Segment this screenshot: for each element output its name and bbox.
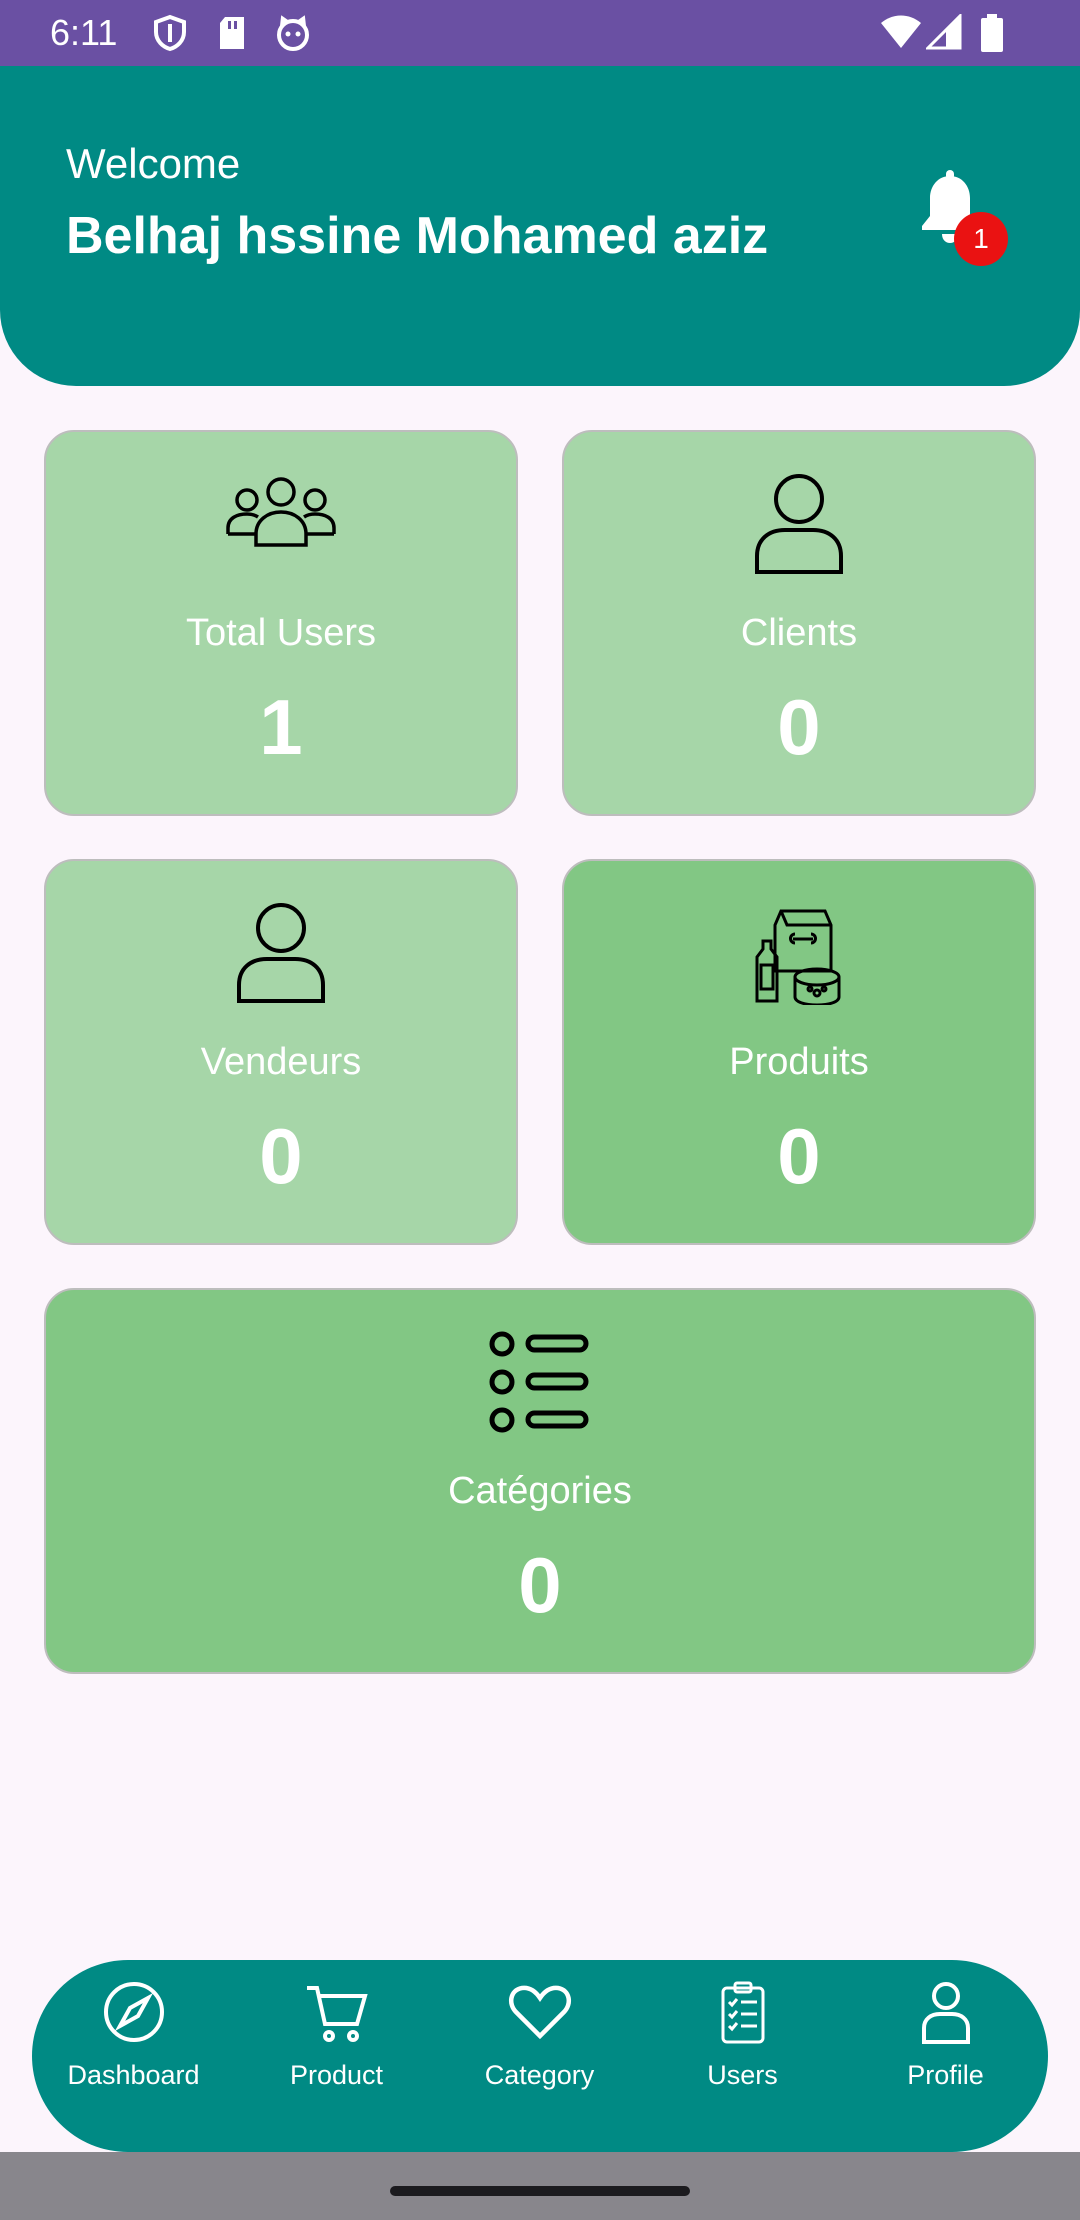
- clients-label: Clients: [740, 612, 858, 654]
- welcome-text: Welcome: [66, 140, 241, 187]
- nav-users[interactable]: Users: [641, 1960, 844, 2152]
- signal-icon: [926, 14, 962, 50]
- list-icon: [489, 1331, 589, 1433]
- nav-label: Dashboard: [67, 2060, 200, 2090]
- categories-card[interactable]: Catégories 0: [44, 1288, 1036, 1674]
- total-users-card[interactable]: Total Users 1: [44, 430, 518, 816]
- nav-label: Profile: [907, 2060, 984, 2090]
- categories-value: 0: [518, 1541, 562, 1629]
- nav-profile[interactable]: Profile: [844, 1960, 1047, 2152]
- total-users-value: 1: [259, 683, 303, 771]
- users-group-icon: [226, 477, 336, 547]
- bottom-nav: Dashboard Product Category Users Profile: [32, 1960, 1048, 2152]
- nav-dashboard[interactable]: Dashboard: [32, 1960, 235, 2152]
- person-icon: [755, 474, 843, 574]
- user-name: Belhaj hssine Mohamed aziz: [66, 207, 769, 265]
- vendeurs-label: Vendeurs: [200, 1041, 362, 1083]
- produits-card[interactable]: Produits 0: [562, 859, 1036, 1245]
- status-bar: 6:11: [0, 0, 1080, 66]
- clipboard-icon: [721, 1981, 764, 2044]
- cat-icon: [277, 15, 309, 51]
- battery-icon: [981, 14, 1003, 52]
- total-users-label: Total Users: [185, 612, 377, 654]
- compass-icon: [103, 1982, 164, 2042]
- nav-category[interactable]: Category: [438, 1960, 641, 2152]
- nav-label: Product: [289, 2060, 384, 2090]
- pet-products-icon: [755, 909, 841, 1005]
- produits-label: Produits: [729, 1041, 869, 1083]
- shield-icon: [154, 14, 186, 52]
- vendeurs-value: 0: [259, 1112, 303, 1200]
- heart-icon: [508, 1985, 571, 2040]
- nav-product[interactable]: Product: [235, 1960, 438, 2152]
- person-icon: [237, 903, 325, 1003]
- clients-value: 0: [777, 683, 821, 771]
- cart-icon: [306, 1986, 368, 2042]
- categories-label: Catégories: [448, 1470, 632, 1512]
- produits-value: 0: [777, 1112, 821, 1200]
- status-time: 6:11: [50, 12, 118, 53]
- gesture-area: [0, 2152, 1080, 2220]
- wifi-icon: [881, 15, 921, 48]
- profile-icon: [921, 1982, 970, 2044]
- notification-badge: 1: [954, 212, 1008, 266]
- home-gesture-pill[interactable]: [390, 2186, 690, 2196]
- vendeurs-card[interactable]: Vendeurs 0: [44, 859, 518, 1245]
- nav-label: Category: [484, 2060, 595, 2090]
- header: Welcome Belhaj hssine Mohamed aziz 1: [0, 66, 1080, 386]
- clients-card[interactable]: Clients 0: [562, 430, 1036, 816]
- sd-card-icon: [220, 17, 244, 49]
- nav-label: Users: [707, 2060, 778, 2090]
